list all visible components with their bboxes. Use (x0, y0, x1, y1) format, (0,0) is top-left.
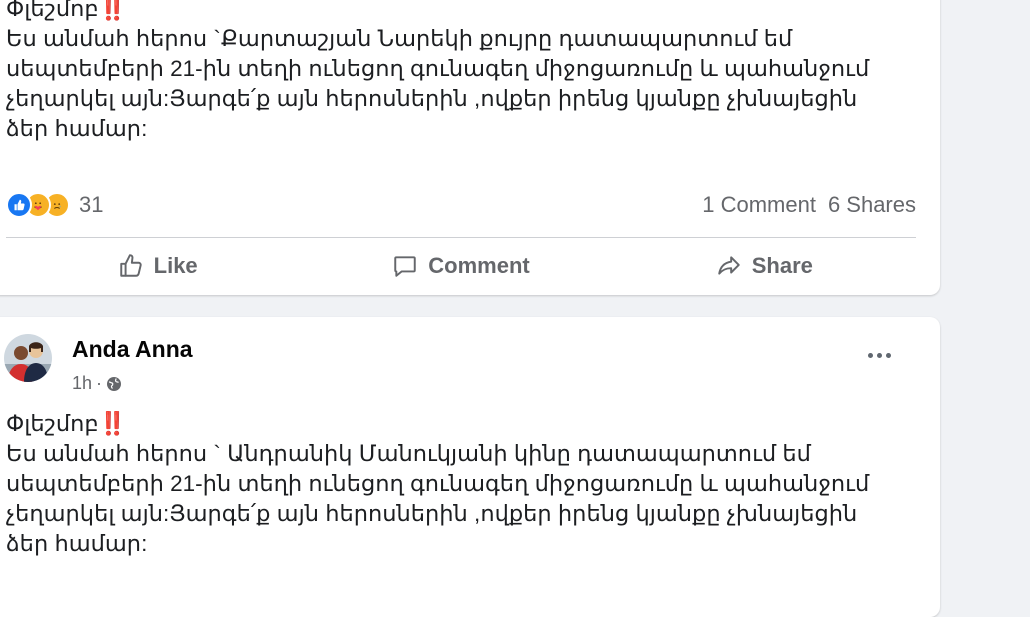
post-card: Փլեշմոբ‼️ Ես անմահ հերոս `Քարտաշյան Նարե… (0, 0, 940, 295)
more-options-icon[interactable] (864, 345, 894, 365)
post-actions-bar: Like Comment Share (6, 242, 916, 290)
post-card: Anda Anna 1h · Փլեշմոբ‼️ Ես անմահ հերոս … (0, 317, 940, 617)
comment-label: Comment (428, 253, 530, 278)
post-text: Փլեշմոբ‼️ Ես անմահ հերոս `Քարտաշյան Նարե… (6, 0, 926, 144)
reactions-summary: 31 1 Comment 6 Shares (6, 189, 916, 221)
like-label: Like (153, 253, 198, 278)
share-button[interactable]: Share (613, 242, 916, 290)
post-timestamp[interactable]: 1h (72, 373, 92, 394)
thumbs-up-icon (119, 254, 142, 277)
post-body-text: Ես անմահ հերոս `Քարտաշյան Նարեկի քույրը … (6, 26, 870, 141)
like-button[interactable]: Like (6, 242, 309, 290)
post-body-text: Ես անմահ հերոս ` Անդրանիկ Մանուկյանի կին… (6, 441, 870, 556)
share-count-link[interactable]: 6 Shares (828, 192, 916, 218)
reaction-count: 31 (79, 192, 104, 217)
exclamation-emoji: ‼️ (98, 0, 127, 21)
comment-icon (394, 256, 416, 277)
author-name[interactable]: Anda Anna (72, 336, 193, 363)
exclamation-emoji: ‼️ (98, 411, 127, 436)
divider (6, 237, 916, 238)
reaction-summary[interactable]: 31 (6, 192, 103, 218)
avatar[interactable] (4, 334, 52, 382)
like-reaction-icon (6, 192, 32, 218)
share-label: Share (751, 253, 813, 278)
meta-separator: · (96, 373, 103, 393)
post-text: Փլեշմոբ‼️ Ես անմահ հերոս ` Անդրանիկ Մանո… (6, 409, 926, 559)
comment-count-link[interactable]: 1 Comment (702, 192, 816, 218)
post-title-text: Փլեշմոբ (6, 411, 99, 436)
globe-icon[interactable] (106, 376, 122, 392)
share-arrow-icon (718, 256, 740, 275)
post-title-text: Փլեշմոբ (6, 0, 99, 21)
comment-button[interactable]: Comment (309, 242, 612, 290)
post-meta: 1h · (72, 373, 122, 394)
